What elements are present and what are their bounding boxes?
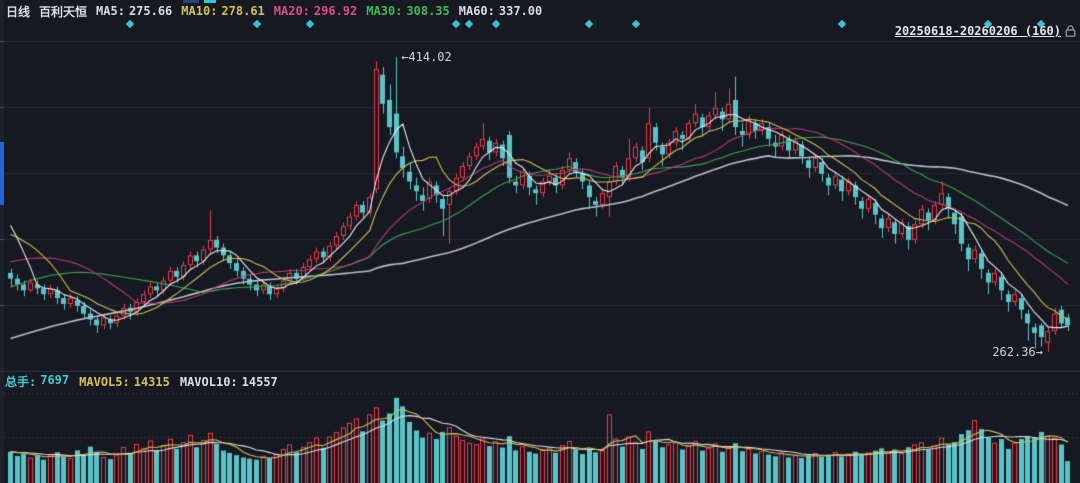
stock-name[interactable]: 百利天恒 xyxy=(39,3,87,20)
ma30-label: MA30: xyxy=(366,4,402,18)
ma20-label: MA20: xyxy=(274,4,310,18)
top-range-indicator[interactable] xyxy=(183,0,199,3)
total-volume-label: 总手: xyxy=(5,373,36,390)
mavol5-readout: MAVOL5: 14315 xyxy=(79,375,170,389)
ma30-value: 308.35 xyxy=(406,4,449,18)
chart-header: 日线 百利天恒 MA5: 275.66 MA10: 278.61 MA20: 2… xyxy=(6,3,542,19)
ma60-readout: MA60: 337.00 xyxy=(459,4,542,18)
lock-icon xyxy=(1065,25,1076,37)
ma5-value: 275.66 xyxy=(129,4,172,18)
ma10-readout: MA10: 278.61 xyxy=(181,4,264,18)
ma60-value: 337.00 xyxy=(499,4,542,18)
mavol5-label: MAVOL5: xyxy=(79,375,130,389)
ma60-label: MA60: xyxy=(459,4,495,18)
period-label[interactable]: 日线 xyxy=(6,3,30,20)
ma30-readout: MA30: 308.35 xyxy=(366,4,449,18)
mavol10-readout: MAVOL10: 14557 xyxy=(180,375,278,389)
mavol10-value: 14557 xyxy=(242,375,278,389)
ma20-value: 296.92 xyxy=(314,4,357,18)
total-volume-readout: 总手: 7697 xyxy=(5,373,69,390)
candlestick-chart-canvas[interactable] xyxy=(0,0,1080,483)
ma5-label: MA5: xyxy=(96,4,125,18)
left-scrollbar-thumb[interactable] xyxy=(0,142,4,205)
ma10-value: 278.61 xyxy=(221,4,264,18)
mavol10-label: MAVOL10: xyxy=(180,375,238,389)
ma20-readout: MA20: 296.92 xyxy=(274,4,357,18)
top-range-indicator-current[interactable] xyxy=(204,0,216,3)
mavol5-value: 14315 xyxy=(134,375,170,389)
stock-chart-window: 日线 百利天恒 MA5: 275.66 MA10: 278.61 MA20: 2… xyxy=(0,0,1080,483)
ma10-label: MA10: xyxy=(181,4,217,18)
price-annotation-low: 262.36→ xyxy=(992,345,1043,359)
date-range-text[interactable]: 20250618-20260206 (160) xyxy=(895,24,1061,38)
date-range-selector[interactable]: 20250618-20260206 (160) xyxy=(895,24,1076,38)
total-volume-value: 7697 xyxy=(40,373,69,390)
volume-header: 总手: 7697 MAVOL5: 14315 MAVOL10: 14557 xyxy=(5,374,278,389)
price-annotation-high: ←414.02 xyxy=(401,50,452,64)
ma5-readout: MA5: 275.66 xyxy=(96,4,172,18)
